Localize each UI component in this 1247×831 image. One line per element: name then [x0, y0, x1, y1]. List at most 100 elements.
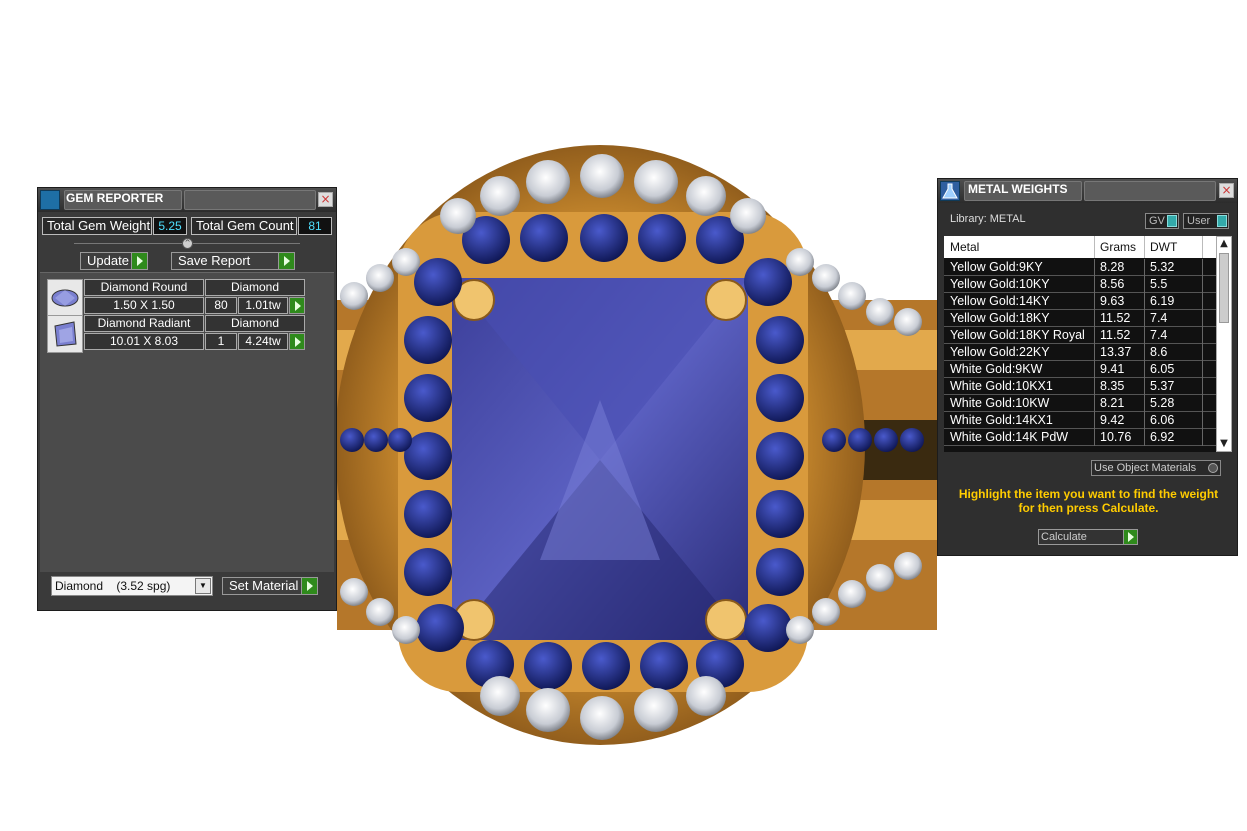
round-gem-thumbnail-icon — [47, 279, 83, 317]
metal-cell-grams: 9.63 — [1100, 294, 1125, 308]
metal-row[interactable]: Yellow Gold:22KY 13.37 8.6 — [944, 344, 1216, 361]
metal-cell-dwt: 5.32 — [1150, 260, 1175, 274]
chevron-down-icon[interactable]: ▼ — [195, 578, 211, 594]
viewport: GEM REPORTER × Total Gem Weight 5.25 Tot… — [0, 0, 1247, 831]
metal-table-header: Metal Grams DWT — [944, 236, 1216, 258]
column-header-dwt[interactable]: DWT — [1150, 240, 1177, 254]
flask-icon — [940, 181, 960, 201]
metal-weights-title: METAL WEIGHTS — [968, 182, 1068, 196]
metal-cell-dwt: 6.05 — [1150, 362, 1175, 376]
metal-row[interactable]: White Gold:10KX1 8.35 5.37 — [944, 378, 1216, 395]
play-arrow-icon — [301, 578, 317, 594]
metal-row[interactable]: White Gold:14K PdW 10.76 6.92 — [944, 429, 1216, 446]
metal-cell-metal: Yellow Gold:10KY — [950, 277, 1050, 291]
gem-weight: 1.01tw — [238, 297, 288, 314]
metal-cell-dwt: 7.4 — [1150, 311, 1168, 325]
gem-size: 10.01 X 8.03 — [84, 333, 204, 350]
instruction-line-2: for then press Calculate. — [1018, 501, 1159, 515]
metal-cell-dwt: 7.4 — [1150, 328, 1168, 342]
gem-weight: 4.24tw — [238, 333, 288, 350]
metal-weights-panel: METAL WEIGHTS × Library: METAL GV User M… — [937, 178, 1238, 556]
update-button[interactable]: Update — [80, 252, 148, 270]
instruction-line-1: Highlight the item you want to find the … — [958, 487, 1219, 501]
gv-toggle-label: GV — [1149, 215, 1165, 227]
gem-reporter-panel: GEM REPORTER × Total Gem Weight 5.25 Tot… — [37, 187, 337, 611]
metal-cell-metal: Yellow Gold:18KY — [950, 311, 1050, 325]
gem-material: Diamond — [205, 315, 305, 332]
collapse-knob-icon[interactable]: ^ — [182, 238, 193, 249]
toggle-indicator-icon — [1167, 215, 1177, 227]
metal-cell-grams: 8.21 — [1100, 396, 1125, 410]
library-label: Library: METAL — [950, 213, 1026, 225]
gem-count: 80 — [205, 297, 237, 314]
gv-toggle[interactable]: GV — [1145, 213, 1179, 229]
metal-row[interactable]: White Gold:14KX1 9.42 6.06 — [944, 412, 1216, 429]
metal-table: Metal Grams DWT Yellow Gold:9KY 8.28 5.32 Y… — [944, 236, 1216, 452]
gem-name: Diamond Radiant — [84, 315, 204, 332]
metal-row[interactable]: Yellow Gold:18KY Royal 11.52 7.4 — [944, 327, 1216, 344]
gem-row[interactable]: Diamond Round Diamond 1.50 X 1.50 80 1.0… — [47, 279, 307, 317]
set-material-button-label: Set Material — [229, 578, 299, 593]
gem-size: 1.50 X 1.50 — [84, 297, 204, 314]
metal-row[interactable]: White Gold:10KW 8.21 5.28 — [944, 395, 1216, 412]
total-gem-count-label: Total Gem Count — [191, 217, 297, 235]
gem-material: Diamond — [205, 279, 305, 296]
metal-cell-dwt: 5.37 — [1150, 379, 1175, 393]
metal-table-scrollbar[interactable]: ▲ ▼ — [1216, 236, 1232, 452]
total-gem-weight-value: 5.25 — [153, 217, 187, 235]
metal-cell-metal: White Gold:10KX1 — [950, 379, 1053, 393]
material-select[interactable]: Diamond (3.52 spg) ▼ — [51, 576, 213, 596]
set-material-button[interactable]: Set Material — [222, 577, 318, 595]
close-icon[interactable]: × — [318, 192, 333, 207]
material-select-value: Diamond (3.52 spg) — [55, 579, 171, 593]
metal-cell-metal: Yellow Gold:22KY — [950, 345, 1050, 359]
play-arrow-icon — [278, 253, 294, 269]
gem-reporter-titlebar[interactable]: GEM REPORTER × — [38, 188, 336, 212]
metal-row[interactable]: Yellow Gold:10KY 8.56 5.5 — [944, 276, 1216, 293]
calculate-button[interactable]: Calculate — [1038, 529, 1138, 545]
update-button-label: Update — [87, 253, 129, 268]
gem-reporter-title: GEM REPORTER — [66, 191, 164, 205]
metal-cell-dwt: 5.5 — [1150, 277, 1168, 291]
column-header-metal[interactable]: Metal — [950, 240, 979, 254]
metal-row[interactable]: Yellow Gold:9KY 8.28 5.32 — [944, 259, 1216, 276]
column-header-grams[interactable]: Grams — [1100, 240, 1136, 254]
close-icon[interactable]: × — [1219, 183, 1234, 198]
metal-cell-grams: 9.41 — [1100, 362, 1125, 376]
user-toggle[interactable]: User — [1183, 213, 1229, 229]
metal-cell-grams: 10.76 — [1100, 430, 1132, 444]
gem-list: Diamond Round Diamond 1.50 X 1.50 80 1.0… — [40, 272, 334, 572]
metal-cell-grams: 8.28 — [1100, 260, 1125, 274]
play-arrow-icon — [131, 253, 147, 269]
instruction-text: Highlight the item you want to find the … — [950, 487, 1227, 515]
metal-cell-dwt: 6.92 — [1150, 430, 1175, 444]
metal-cell-dwt: 8.6 — [1150, 345, 1168, 359]
metal-cell-metal: White Gold:14K PdW — [950, 430, 1069, 444]
metal-cell-grams: 11.52 — [1100, 328, 1131, 342]
metal-weights-titlebar[interactable]: METAL WEIGHTS × — [938, 179, 1237, 203]
select-gem-arrow-icon[interactable] — [289, 333, 305, 350]
play-arrow-icon — [1123, 530, 1137, 544]
metal-row[interactable]: Yellow Gold:18KY 11.52 7.4 — [944, 310, 1216, 327]
scroll-thumb[interactable] — [1219, 253, 1229, 323]
save-report-button[interactable]: Save Report — [171, 252, 295, 270]
metal-row[interactable]: Yellow Gold:14KY 9.63 6.19 — [944, 293, 1216, 310]
gem-count: 1 — [205, 333, 237, 350]
select-gem-arrow-icon[interactable] — [289, 297, 305, 314]
metal-cell-dwt: 6.06 — [1150, 413, 1175, 427]
metal-cell-dwt: 6.19 — [1150, 294, 1175, 308]
metal-cell-grams: 9.42 — [1100, 413, 1125, 427]
metal-row[interactable]: White Gold:9KW 9.41 6.05 — [944, 361, 1216, 378]
metal-cell-metal: Yellow Gold:9KY — [950, 260, 1043, 274]
gem-row[interactable]: Diamond Radiant Diamond 10.01 X 8.03 1 4… — [47, 315, 307, 353]
metal-cell-metal: Yellow Gold:14KY — [950, 294, 1050, 308]
metal-cell-grams: 8.56 — [1100, 277, 1125, 291]
total-gem-count-value: 81 — [298, 217, 332, 235]
scroll-up-icon[interactable]: ▲ — [1217, 237, 1231, 251]
use-object-materials-toggle[interactable]: Use Object Materials — [1091, 460, 1221, 476]
toggle-indicator-icon — [1217, 215, 1227, 227]
scroll-down-icon[interactable]: ▼ — [1217, 437, 1231, 451]
metal-cell-grams: 11.52 — [1100, 311, 1131, 325]
save-report-button-label: Save Report — [178, 253, 251, 268]
radiant-gem-thumbnail-icon — [47, 315, 83, 353]
